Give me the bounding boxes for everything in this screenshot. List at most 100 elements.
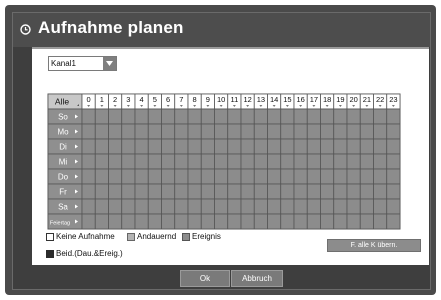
schedule-cell[interactable] bbox=[306, 108, 321, 125]
schedule-cell[interactable] bbox=[386, 138, 401, 155]
schedule-cell[interactable] bbox=[161, 108, 176, 125]
schedule-cell[interactable] bbox=[81, 183, 96, 200]
schedule-cell[interactable] bbox=[306, 198, 321, 215]
schedule-cell[interactable] bbox=[108, 123, 123, 140]
schedule-cell[interactable] bbox=[161, 168, 176, 185]
schedule-cell[interactable] bbox=[121, 168, 136, 185]
schedule-cell[interactable] bbox=[359, 153, 374, 170]
schedule-cell[interactable] bbox=[240, 168, 255, 185]
schedule-cell[interactable] bbox=[386, 198, 401, 215]
schedule-cell[interactable] bbox=[333, 168, 348, 185]
schedule-cell[interactable] bbox=[94, 138, 109, 155]
schedule-cell[interactable] bbox=[373, 183, 388, 200]
schedule-cell[interactable] bbox=[134, 138, 149, 155]
schedule-cell[interactable] bbox=[333, 198, 348, 215]
schedule-cell[interactable] bbox=[174, 198, 189, 215]
schedule-cell[interactable] bbox=[333, 138, 348, 155]
ok-button[interactable]: Ok bbox=[180, 270, 230, 287]
schedule-cell[interactable] bbox=[94, 213, 109, 230]
schedule-cell[interactable] bbox=[214, 198, 229, 215]
schedule-cell[interactable] bbox=[81, 213, 96, 230]
schedule-cell[interactable] bbox=[214, 153, 229, 170]
schedule-cell[interactable] bbox=[346, 183, 361, 200]
schedule-cell[interactable] bbox=[214, 138, 229, 155]
schedule-cell[interactable] bbox=[200, 123, 215, 140]
schedule-cell[interactable] bbox=[253, 168, 268, 185]
schedule-cell[interactable] bbox=[108, 183, 123, 200]
schedule-cell[interactable] bbox=[333, 183, 348, 200]
schedule-cell[interactable] bbox=[373, 198, 388, 215]
schedule-cell[interactable] bbox=[267, 168, 282, 185]
schedule-cell[interactable] bbox=[280, 108, 295, 125]
schedule-cell[interactable] bbox=[108, 108, 123, 125]
schedule-cell[interactable] bbox=[359, 168, 374, 185]
schedule-cell[interactable] bbox=[134, 108, 149, 125]
schedule-cell[interactable] bbox=[293, 138, 308, 155]
schedule-cell[interactable] bbox=[121, 213, 136, 230]
schedule-cell[interactable] bbox=[253, 138, 268, 155]
schedule-cell[interactable] bbox=[253, 198, 268, 215]
schedule-cell[interactable] bbox=[320, 108, 335, 125]
schedule-cell[interactable] bbox=[187, 153, 202, 170]
schedule-cell[interactable] bbox=[293, 153, 308, 170]
schedule-cell[interactable] bbox=[293, 168, 308, 185]
schedule-cell[interactable] bbox=[320, 168, 335, 185]
schedule-cell[interactable] bbox=[121, 108, 136, 125]
schedule-cell[interactable] bbox=[280, 138, 295, 155]
copy-to-all-channels-button[interactable]: F. alle K übern. bbox=[327, 239, 421, 252]
schedule-cell[interactable] bbox=[240, 123, 255, 140]
schedule-cell[interactable] bbox=[227, 138, 242, 155]
schedule-cell[interactable] bbox=[121, 183, 136, 200]
schedule-cell[interactable] bbox=[253, 108, 268, 125]
schedule-cell[interactable] bbox=[161, 153, 176, 170]
schedule-cell[interactable] bbox=[267, 123, 282, 140]
schedule-cell[interactable] bbox=[147, 108, 162, 125]
schedule-cell[interactable] bbox=[359, 213, 374, 230]
schedule-cell[interactable] bbox=[214, 183, 229, 200]
schedule-cell[interactable] bbox=[121, 138, 136, 155]
schedule-cell[interactable] bbox=[174, 138, 189, 155]
schedule-cell[interactable] bbox=[94, 153, 109, 170]
schedule-cell[interactable] bbox=[147, 138, 162, 155]
schedule-cell[interactable] bbox=[121, 198, 136, 215]
schedule-cell[interactable] bbox=[214, 123, 229, 140]
schedule-cell[interactable] bbox=[161, 183, 176, 200]
schedule-cell[interactable] bbox=[200, 138, 215, 155]
schedule-cell[interactable] bbox=[227, 183, 242, 200]
schedule-cell[interactable] bbox=[227, 123, 242, 140]
schedule-cell[interactable] bbox=[320, 198, 335, 215]
schedule-cell[interactable] bbox=[293, 123, 308, 140]
schedule-cell[interactable] bbox=[147, 123, 162, 140]
schedule-cell[interactable] bbox=[359, 198, 374, 215]
schedule-cell[interactable] bbox=[161, 123, 176, 140]
schedule-cell[interactable] bbox=[134, 198, 149, 215]
schedule-cell[interactable] bbox=[346, 123, 361, 140]
schedule-cell[interactable] bbox=[253, 183, 268, 200]
schedule-cell[interactable] bbox=[147, 168, 162, 185]
schedule-cell[interactable] bbox=[108, 138, 123, 155]
schedule-cell[interactable] bbox=[373, 213, 388, 230]
schedule-cell[interactable] bbox=[147, 153, 162, 170]
cancel-button[interactable]: Abbruch bbox=[231, 270, 283, 287]
schedule-cell[interactable] bbox=[240, 108, 255, 125]
schedule-cell[interactable] bbox=[174, 213, 189, 230]
schedule-cell[interactable] bbox=[200, 213, 215, 230]
schedule-cell[interactable] bbox=[108, 168, 123, 185]
schedule-cell[interactable] bbox=[174, 108, 189, 125]
schedule-cell[interactable] bbox=[147, 183, 162, 200]
schedule-cell[interactable] bbox=[359, 183, 374, 200]
schedule-cell[interactable] bbox=[174, 153, 189, 170]
schedule-cell[interactable] bbox=[306, 138, 321, 155]
schedule-cell[interactable] bbox=[373, 108, 388, 125]
schedule-cell[interactable] bbox=[320, 183, 335, 200]
schedule-cell[interactable] bbox=[214, 108, 229, 125]
schedule-cell[interactable] bbox=[320, 123, 335, 140]
schedule-cell[interactable] bbox=[187, 198, 202, 215]
schedule-cell[interactable] bbox=[306, 213, 321, 230]
schedule-cell[interactable] bbox=[253, 123, 268, 140]
schedule-cell[interactable] bbox=[187, 123, 202, 140]
schedule-cell[interactable] bbox=[346, 168, 361, 185]
schedule-cell[interactable] bbox=[147, 213, 162, 230]
schedule-cell[interactable] bbox=[267, 183, 282, 200]
schedule-cell[interactable] bbox=[174, 183, 189, 200]
